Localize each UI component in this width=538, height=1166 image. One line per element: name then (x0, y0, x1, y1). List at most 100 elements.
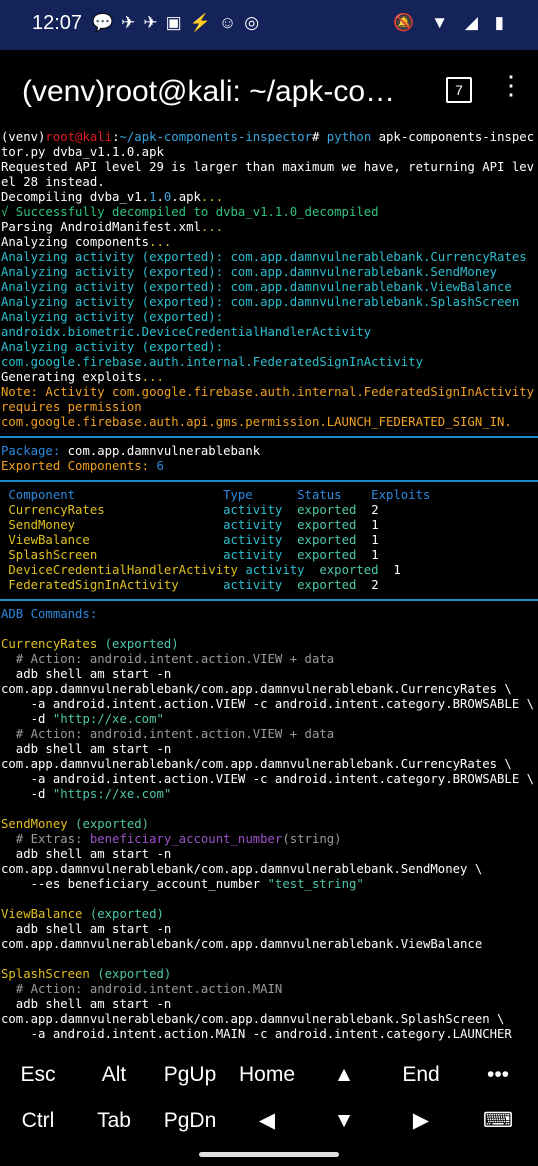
terminal-text: exported (297, 533, 372, 547)
terminal-text: com.google.firebase.auth.api.gms.permiss… (1, 415, 512, 429)
terminal-line: adb shell am start -n (0, 922, 538, 937)
terminal-output[interactable]: (venv)root@kali:~/apk-components-inspect… (0, 130, 538, 1052)
key-row2-5[interactable]: ▶ (383, 1098, 459, 1144)
notification-icons: 💬✈✈▣⚡☺◎ (92, 13, 268, 32)
terminal-line: CurrencyRates (exported) (0, 637, 538, 652)
terminal-line: androidx.biometric.DeviceCredentialHandl… (0, 325, 538, 340)
terminal-text: SendMoney (1, 817, 76, 831)
separator-line (0, 480, 538, 482)
terminal-text: ... (200, 220, 224, 234)
terminal-text: -a android.intent.action.MAIN -c android… (1, 1027, 512, 1041)
terminal-text: tor.py dvba_v1.1.0.apk (1, 145, 164, 159)
terminal-line: com.google.firebase.auth.api.gms.permiss… (0, 415, 538, 430)
overflow-menu-icon[interactable]: ⋮ (498, 70, 524, 101)
key-row1-6[interactable]: ••• (460, 1052, 536, 1098)
status-bar: 12:07 💬✈✈▣⚡☺◎ 🔕 ▼ ◢ ▮ (0, 0, 538, 50)
terminal-line: Analyzing activity (exported): com.app.d… (0, 265, 538, 280)
clock: 12:07 (32, 12, 83, 34)
home-pill[interactable] (199, 1152, 339, 1157)
terminal-line: el 28 instead. (0, 175, 538, 190)
terminal-line: Package: com.app.damnvulnerablebank (0, 444, 538, 459)
terminal-text: com.app.damnvulnerablebank (67, 444, 261, 458)
terminal-line: SendMoney (exported) (0, 817, 538, 832)
terminal-line: com.app.damnvulnerablebank/com.app.damnv… (0, 682, 538, 697)
key-row1-2[interactable]: PgUp (152, 1052, 228, 1098)
terminal-text: "https://xe.com" (52, 787, 172, 801)
terminal-text: (exported) (104, 637, 179, 651)
terminal-text: SplashScreen (1, 967, 98, 981)
terminal-text: 6 (156, 459, 164, 473)
terminal-text: adb shell am start -n (1, 667, 172, 681)
terminal-text: ADB Commands: (1, 607, 98, 621)
terminal-text: # (311, 130, 327, 144)
key-row2-3[interactable]: ◀ (229, 1098, 305, 1144)
extra-keys-bar: Esc Alt PgUp Home ▲ End ••• Ctrl Tab PgDn ◀ ▼ ▶ ⌨ (0, 1052, 538, 1144)
terminal-line: com.app.damnvulnerablebank/com.app.damnv… (0, 757, 538, 772)
terminal-text: adb shell am start -n (1, 922, 172, 936)
gesture-nav-bar (0, 1144, 538, 1166)
terminal-text: (venv) (1, 130, 46, 144)
terminal-line: CurrencyRates activity exported 2 (0, 503, 538, 518)
terminal-text: (exported) (97, 967, 172, 981)
terminal-text: FederatedSignInActivity (1, 578, 224, 592)
terminal-line: adb shell am start -n (0, 997, 538, 1012)
key-row2-6[interactable]: ⌨ (460, 1098, 536, 1144)
terminal-text: Note: Activity com.google.firebase.auth.… (1, 385, 535, 399)
terminal-text: activity (223, 503, 298, 517)
terminal-text: Package: (1, 444, 68, 458)
tab-count-button[interactable]: 7 (446, 77, 472, 103)
terminal-line: Generating exploits... (0, 370, 538, 385)
terminal-text: com.app.damnvulnerablebank/com.app.damnv… (1, 862, 483, 876)
terminal-line: com.google.firebase.auth.internal.Federa… (0, 355, 538, 370)
session-title: (venv)root@kali: ~/apk-co… (22, 75, 396, 108)
terminal-text: 1 (371, 533, 379, 547)
terminal-text: # Action: android.intent.action.MAIN (1, 982, 283, 996)
terminal-text: exported (297, 578, 372, 592)
terminal-line: adb shell am start -n (0, 667, 538, 682)
terminal-text: 2 (371, 578, 379, 592)
terminal-text: Exported Components: (1, 459, 157, 473)
terminal-line: adb shell am start -n (0, 847, 538, 862)
terminal-text: com.app.damnvulnerablebank/com.app.damnv… (1, 757, 512, 771)
terminal-line: adb shell am start -n (0, 742, 538, 757)
terminal-text: exported (297, 548, 372, 562)
key-row2-4[interactable]: ▼ (306, 1098, 382, 1144)
terminal-text: Parsing AndroidManifest.xml (1, 220, 201, 234)
terminal-text: SendMoney (1, 518, 224, 532)
terminal-text: 2 (371, 503, 379, 517)
terminal-line: # Extras: beneficiary_account_number(str… (0, 832, 538, 847)
terminal-text: -a android.intent.action.VIEW -c android… (1, 772, 535, 786)
terminal-text: beneficiary_account_number (89, 832, 283, 846)
terminal-text: com.app.damnvulnerablebank/com.app.damnv… (1, 1012, 505, 1026)
terminal-text: com.app.damnvulnerablebank/com.app.damnv… (1, 937, 483, 951)
key-row1-3[interactable]: Home (229, 1052, 305, 1098)
terminal-text: adb shell am start -n (1, 997, 172, 1011)
key-row1-4[interactable]: ▲ (306, 1052, 382, 1098)
terminal-line: Parsing AndroidManifest.xml... (0, 220, 538, 235)
key-row2-2[interactable]: PgDn (152, 1098, 228, 1144)
key-row1-0[interactable]: Esc (0, 1052, 76, 1098)
terminal-line: DeviceCredentialHandlerActivity activity… (0, 563, 538, 578)
terminal-text: com.google.firebase.auth.internal.Federa… (1, 355, 423, 369)
terminal-text: CurrencyRates (1, 637, 105, 651)
separator-line (0, 599, 538, 601)
terminal-line: SendMoney activity exported 1 (0, 518, 538, 533)
key-row2-1[interactable]: Tab (76, 1098, 152, 1144)
terminal-text: ViewBalance (1, 533, 224, 547)
key-row1-5[interactable]: End (383, 1052, 459, 1098)
terminal-line: (venv)root@kali:~/apk-components-inspect… (0, 130, 538, 145)
key-row2-0[interactable]: Ctrl (0, 1098, 76, 1144)
terminal-text: adb shell am start -n (1, 847, 172, 861)
terminal-text: # Extras: (1, 832, 90, 846)
terminal-line: -d "https://xe.com" (0, 787, 538, 802)
terminal-line: com.app.damnvulnerablebank/com.app.damnv… (0, 937, 538, 952)
terminal-line: -a android.intent.action.VIEW -c android… (0, 697, 538, 712)
terminal-text: Analyzing activity (exported): com.app.d… (1, 250, 527, 264)
terminal-text: exported (319, 563, 394, 577)
terminal-text: activity (223, 518, 298, 532)
terminal-text: androidx.biometric.DeviceCredentialHandl… (1, 325, 372, 339)
key-row1-1[interactable]: Alt (76, 1052, 152, 1098)
